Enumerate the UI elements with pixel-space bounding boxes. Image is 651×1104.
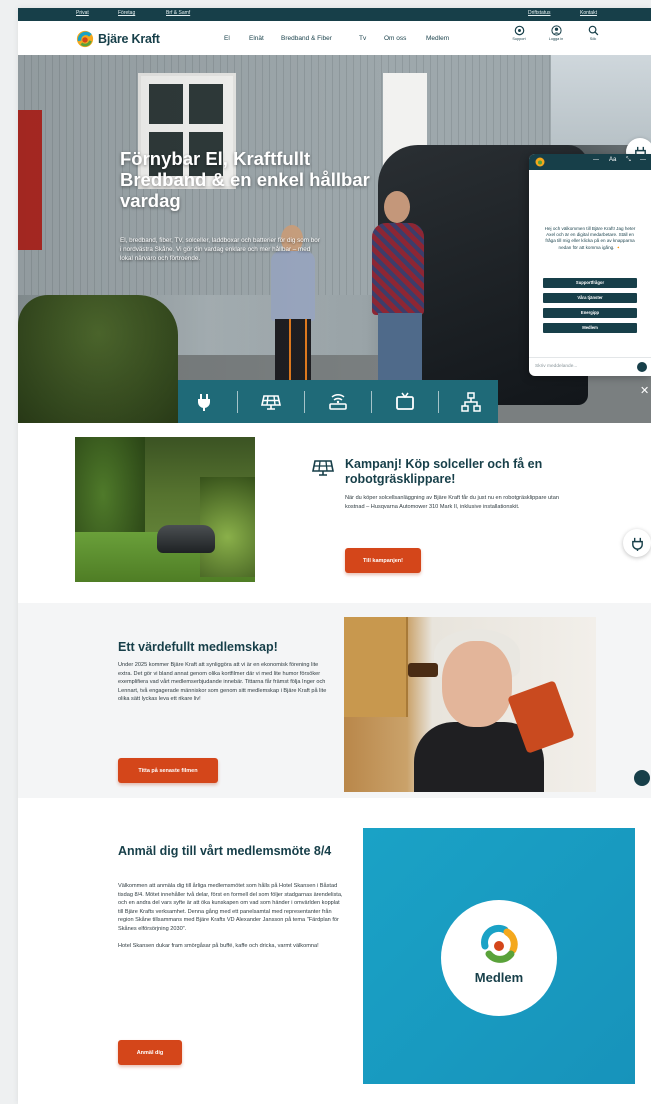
search-button[interactable]: Sök xyxy=(581,25,605,41)
solar-panel-icon xyxy=(312,460,334,476)
campaign-mower-image xyxy=(75,437,255,582)
gavel xyxy=(408,663,438,677)
nav-el[interactable]: El xyxy=(224,35,230,42)
chat-button-support[interactable]: Supportfrågor xyxy=(543,278,637,288)
meeting-text-paragraph-1: Välkommen att anmäla dig till årliga med… xyxy=(118,883,343,932)
category-bredband[interactable] xyxy=(318,387,358,417)
campaign-text: När du köper solcellsanläggning av Bjäre… xyxy=(345,495,559,510)
chat-welcome-message: Hej och välkommen till Bjäre Kraft! Jag … xyxy=(544,226,636,250)
hero-subtitle: El, bredband, fiber, TV, solceller, ladd… xyxy=(120,237,320,262)
robot-mower xyxy=(157,525,215,553)
medlem-logo-icon xyxy=(481,924,518,963)
medlem-image-text: Medlem xyxy=(474,970,524,985)
meeting-signup-button[interactable]: Anmäl dig xyxy=(118,1040,182,1065)
chat-widget: — Aa ⤡ — Hej och välkommen till Bjäre Kr… xyxy=(529,154,651,376)
chat-input-placeholder: Skriv meddelande... xyxy=(535,364,578,369)
brand-logo-icon xyxy=(76,30,94,48)
hero-title: Förnybar El, Kraftfullt Bredband & en en… xyxy=(120,148,370,211)
nav-medlem[interactable]: Medlem xyxy=(426,35,449,42)
membership-text: Under 2025 kommer Bjäre Kraft att synlig… xyxy=(118,662,327,703)
category-network[interactable] xyxy=(451,387,491,417)
topbar-link-privat[interactable]: Privat xyxy=(76,10,89,16)
chat-header: — Aa ⤡ — xyxy=(529,154,651,170)
solar-panel-icon xyxy=(261,394,282,410)
topbar-link-foretag[interactable]: Företag xyxy=(118,10,135,16)
membership-video-image[interactable] xyxy=(344,617,596,792)
chat-logo-icon xyxy=(535,157,545,167)
search-icon xyxy=(588,25,598,36)
medlem-image: Medlem xyxy=(363,828,635,1084)
nav-bredband[interactable]: Bredband & Fiber xyxy=(281,35,332,42)
plug-icon xyxy=(631,537,643,551)
campaign-button[interactable]: Till kampanjen! xyxy=(345,548,421,573)
campaign-title: Kampanj! Köp solceller och få en robotgr… xyxy=(345,457,543,486)
login-button[interactable]: Logga in xyxy=(544,25,568,41)
chat-send-icon[interactable] xyxy=(637,362,647,372)
chat-button-member[interactable]: Medlem xyxy=(543,323,637,333)
support-label: Support xyxy=(512,37,526,41)
user-icon xyxy=(550,25,562,36)
chat-bubble-icon[interactable] xyxy=(634,770,650,786)
topbar-link-driftstatus[interactable]: Driftstatus xyxy=(528,10,551,16)
membership-title: Ett värdefullt medlemskap! xyxy=(118,640,278,654)
chat-minimize-button[interactable]: — xyxy=(593,157,599,163)
support-icon xyxy=(514,25,524,36)
network-icon xyxy=(461,391,482,412)
nav-tv[interactable]: Tv xyxy=(359,35,366,42)
chat-button-energy-tips[interactable]: Energipp xyxy=(543,308,637,318)
meeting-title: Anmäl dig till vårt medlemsmöte 8/4 xyxy=(118,844,332,858)
chat-input[interactable]: Skriv meddelande... xyxy=(529,357,651,376)
membership-section: Ett värdefullt medlemskap! Under 2025 ko… xyxy=(18,603,651,798)
membership-button[interactable]: Titta på senaste filmen xyxy=(118,758,218,783)
nav-elnat[interactable]: Elnät xyxy=(249,35,264,42)
category-tv[interactable] xyxy=(385,387,425,417)
category-solar[interactable] xyxy=(251,387,291,417)
nav-om-oss[interactable]: Om oss xyxy=(384,35,406,42)
category-el[interactable] xyxy=(184,387,224,417)
tv-icon xyxy=(395,392,414,410)
search-label: Sök xyxy=(589,37,597,41)
top-utility-bar: Privat Företag Brf & Samf Driftstatus Ko… xyxy=(18,8,651,21)
login-label: Logga in xyxy=(548,37,564,41)
meeting-text-paragraph-2: Hotel Skansen dukar fram smörgåsar på bu… xyxy=(118,942,319,949)
meeting-text: Välkommen att anmäla dig till årliga med… xyxy=(118,882,344,950)
topbar-link-kontakt[interactable]: Kontakt xyxy=(580,10,597,16)
chat-close-icon[interactable]: ✕ xyxy=(640,384,649,397)
chat-button-services[interactable]: Våra tjänster xyxy=(543,293,637,303)
chat-menu-button[interactable]: — xyxy=(640,157,646,163)
router-icon xyxy=(329,393,347,410)
support-button[interactable]: Support xyxy=(507,25,531,41)
chat-text-size-button[interactable]: Aa xyxy=(609,157,616,163)
category-bar xyxy=(178,380,498,423)
topbar-link-brf[interactable]: Brf & Samf xyxy=(166,10,190,16)
el-plug-icon xyxy=(198,393,211,411)
campaign-section: Kampanj! Köp solceller och få en robotgr… xyxy=(18,423,651,603)
page: Privat Företag Brf & Samf Driftstatus Ko… xyxy=(18,8,651,1104)
site-header: Bjäre Kraft El Elnät Bredband & Fiber Tv… xyxy=(18,21,651,56)
meeting-section: Anmäl dig till vårt medlemsmöte 8/4 Välk… xyxy=(18,798,651,1104)
brand-logo-text: Bjäre Kraft xyxy=(98,32,160,46)
floating-plug-button-2[interactable] xyxy=(623,529,651,557)
chat-expand-button[interactable]: ⤡ xyxy=(626,157,631,164)
brand-logo[interactable]: Bjäre Kraft xyxy=(76,29,170,49)
